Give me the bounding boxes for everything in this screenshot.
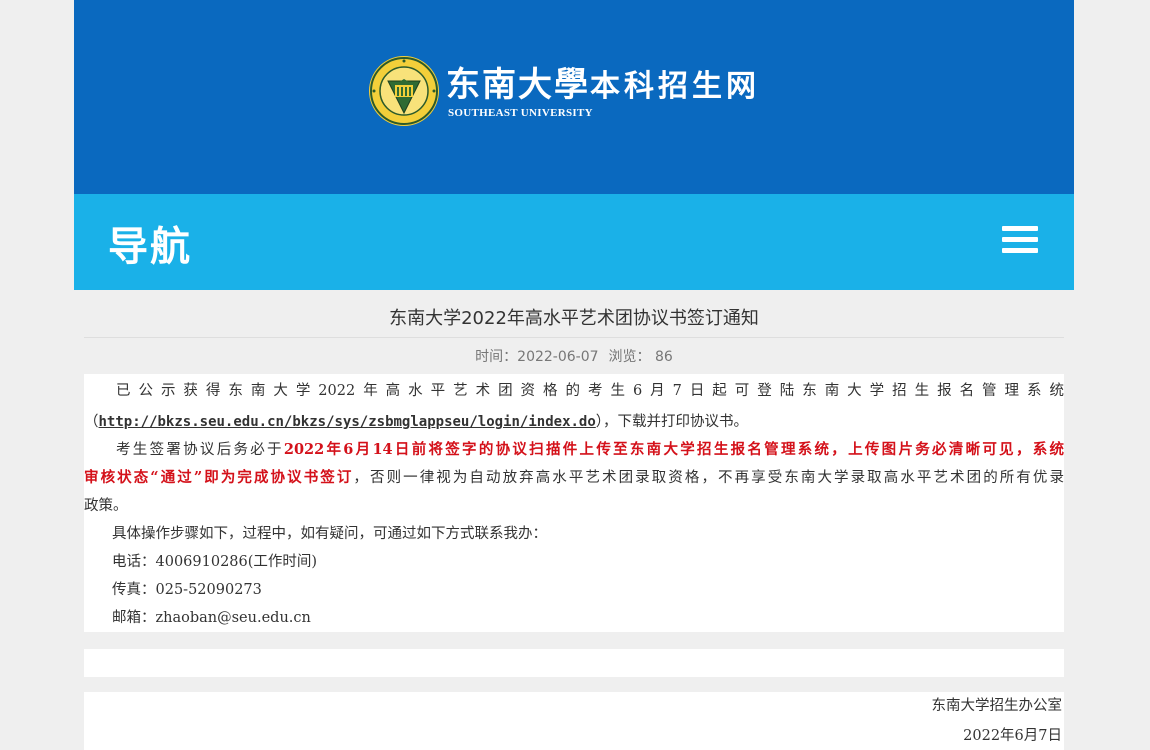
nav-title: 导航 (108, 224, 192, 270)
logo-english-text: SOUTHEAST UNIVERSITY (448, 107, 593, 119)
view-count: 86 (655, 349, 673, 365)
signature-date: 2022年6月7日 (963, 728, 1062, 744)
paragraph-2-line-1: 考生签署协议后务必于2022年6月14日前将签字的协议扫描件上传至东南大学招生报… (116, 436, 1064, 464)
article-content: 已公示获得东南大学2022年高水平艺术团资格的考生6月7日起可登陆东南大学招生报… (84, 374, 1064, 632)
link-open-paren: （ (84, 414, 99, 430)
navigation-bar: 导航 (74, 194, 1074, 290)
page-container: 东南大學本科招生网 SOUTHEAST UNIVERSITY 导航 东南大学20… (74, 0, 1074, 750)
paragraph-3: 具体操作步骤如下，过程中，如有疑问，可通过如下方式联系我办： (112, 526, 547, 542)
paragraph-1-line-1: 已公示获得东南大学2022年高水平艺术团资格的考生6月7日起可登陆东南大学招生报… (116, 383, 1064, 399)
deadline-notice: 2022年6月14日前将签字的协议扫描件上传至东南大学招生报名管理系统，上传图片… (283, 441, 1065, 458)
paragraph-2-line-3: 政策。 (84, 498, 128, 514)
paragraph-2-suffix: ，否则一律视为自动放弃高水平艺术团录取资格，不再享受东南大学录取高水平艺术团的所… (353, 470, 1064, 486)
download-text: ），下载并打印协议书。 (595, 414, 749, 430)
paragraph-2-line-2: 审核状态“通过”即为完成协议书签订，否则一律视为自动放弃高水平艺术团录取资格，不… (84, 464, 1064, 492)
logo-chinese-text: 东南大學本科招生网 (446, 57, 760, 106)
publish-date: 2022-06-07 (517, 349, 599, 365)
article-meta: 时间：2022-06-07 浏览： 86 (84, 346, 1064, 366)
system-login-link[interactable]: http://bkzs.seu.edu.cn/bkzs/sys/zsbmglap… (99, 414, 596, 430)
views-label: 浏览： (608, 349, 651, 365)
contact-fax: 传真：025-52090273 (112, 582, 262, 598)
menu-bar (1002, 248, 1038, 253)
paragraph-2-prefix: 考生签署协议后务必于 (116, 442, 284, 458)
site-logo[interactable]: 东南大學本科招生网 SOUTHEAST UNIVERSITY (368, 55, 808, 135)
signature-org: 东南大学招生办公室 (931, 698, 1063, 714)
approval-notice: 审核状态“通过”即为完成协议书签订 (84, 469, 354, 486)
menu-bar (1002, 226, 1038, 231)
logo-university-name: 东南大學 (446, 65, 590, 105)
blank-content-block (84, 649, 1064, 677)
contact-email: 邮箱：zhaoban@seu.edu.cn (112, 610, 311, 626)
logo-site-name: 本科招生网 (590, 69, 760, 104)
title-divider (84, 337, 1064, 338)
header-banner: 东南大學本科招生网 SOUTHEAST UNIVERSITY (74, 0, 1074, 194)
paragraph-1-line-2: （http://bkzs.seu.edu.cn/bkzs/sys/zsbmgla… (84, 408, 1064, 436)
university-seal-icon (369, 56, 439, 126)
contact-phone: 电话：4006910286(工作时间) (112, 554, 318, 570)
article-title: 东南大学2022年高水平艺术团协议书签订通知 (389, 308, 759, 329)
menu-bar (1002, 237, 1038, 242)
signature-block: 东南大学招生办公室 2022年6月7日 (84, 692, 1064, 750)
hamburger-menu-icon[interactable] (1002, 224, 1038, 256)
time-label: 时间： (475, 349, 518, 365)
